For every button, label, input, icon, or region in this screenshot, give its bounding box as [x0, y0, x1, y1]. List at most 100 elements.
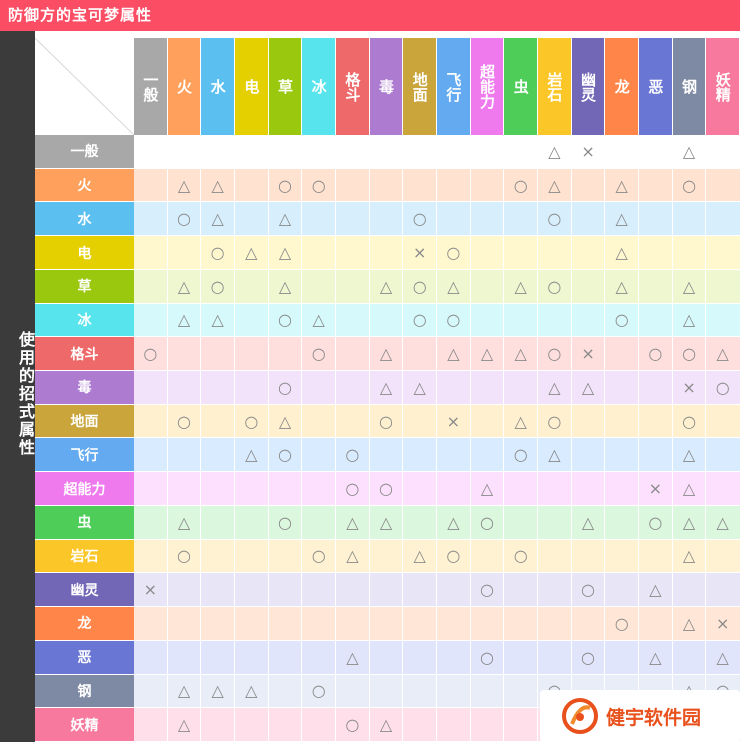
effectiveness-mark: △ — [379, 276, 393, 296]
effectiveness-mark: ○ — [278, 310, 292, 330]
effectiveness-mark: ○ — [614, 613, 629, 633]
defender-type-label: 草 — [276, 79, 294, 94]
effectiveness-mark: ○ — [581, 647, 596, 667]
defender-type-header: 毒 — [369, 38, 403, 135]
attacker-type-header: 龙 — [35, 607, 134, 640]
effectiveness-mark: △ — [379, 377, 393, 397]
attacker-type-header: 火 — [35, 168, 134, 202]
effectiveness-mark: ○ — [345, 479, 360, 499]
effectiveness-mark: × — [412, 243, 427, 263]
effectiveness-mark: × — [581, 344, 595, 364]
effectiveness-mark: ○ — [614, 310, 629, 330]
effectiveness-mark: △ — [211, 681, 224, 701]
defender-type-header: 冰 — [302, 38, 335, 135]
effectiveness-mark: △ — [548, 141, 561, 161]
effectiveness-mark: ○ — [648, 344, 663, 364]
effectiveness-mark: ○ — [177, 546, 191, 566]
attacker-type-header: 格斗 — [35, 337, 134, 371]
defender-type-label: 幽灵 — [579, 71, 598, 102]
defender-type-header: 岩石 — [538, 38, 571, 135]
effectiveness-mark: △ — [615, 175, 628, 195]
defender-type-label: 地面 — [410, 71, 429, 102]
attacker-type-header: 一般 — [35, 135, 134, 168]
watermark-text: 健宇软件园 — [606, 706, 702, 729]
effectiveness-mark: △ — [211, 310, 224, 330]
type-effectiveness-table: 一般 一般火火水水电电草草冰冰格斗 格斗毒毒地面 地面 飞行 飞行 超能力 超能力虫虫岩石 岩石… — [35, 38, 740, 742]
effectiveness-mark: △ — [615, 243, 628, 263]
attacker-type-header: 电 — [35, 236, 134, 269]
effectiveness-mark: ○ — [278, 512, 292, 532]
effectiveness-mark: △ — [379, 715, 393, 735]
effectiveness-mark: ○ — [311, 344, 326, 364]
effectiveness-mark: ○ — [682, 411, 697, 431]
effectiveness-mark: △ — [682, 141, 696, 161]
effectiveness-mark: ○ — [143, 344, 158, 364]
effectiveness-mark: ○ — [715, 377, 730, 397]
defender-type-label: 飞行 — [444, 71, 463, 102]
effectiveness-mark: △ — [447, 344, 460, 364]
effectiveness-mark: ○ — [379, 411, 393, 431]
effectiveness-mark: △ — [548, 445, 561, 465]
defender-type-label: 一般 — [141, 71, 160, 102]
grid-divider — [301, 135, 303, 742]
effectiveness-mark: △ — [245, 681, 258, 701]
defender-type-label: 火 — [174, 79, 193, 94]
effectiveness-mark: ○ — [177, 209, 191, 229]
effectiveness-mark: ○ — [581, 580, 596, 600]
defender-type-label: 恶 — [646, 79, 665, 94]
effectiveness-mark: △ — [682, 512, 696, 532]
attacker-type-header: 妖精 — [35, 708, 134, 741]
attacker-type-header: 飞行 — [35, 438, 134, 472]
effectiveness-mark: △ — [245, 445, 258, 465]
defender-type-header: 超能力 — [470, 38, 504, 135]
defender-type-label: 妖精 — [713, 71, 732, 102]
attacker-type-header: 地面 — [35, 404, 134, 438]
effectiveness-mark: ○ — [513, 546, 528, 566]
effectiveness-mark: △ — [480, 344, 494, 364]
attacker-type-header: 恶 — [35, 640, 134, 674]
table-corner — [35, 38, 134, 135]
effectiveness-mark: △ — [514, 276, 527, 296]
defender-type-header: 一般 — [134, 38, 167, 135]
effectiveness-mark: △ — [413, 377, 426, 397]
effectiveness-mark: × — [682, 377, 696, 397]
effectiveness-mark: △ — [581, 512, 595, 532]
effectiveness-mark: △ — [514, 344, 527, 364]
attacker-type-header: 虫 — [35, 505, 134, 539]
effectiveness-mark: × — [648, 479, 663, 499]
effectiveness-mark: ○ — [278, 445, 292, 465]
effectiveness-mark: ○ — [278, 175, 292, 195]
effectiveness-mark: △ — [346, 546, 359, 566]
effectiveness-mark: △ — [211, 175, 224, 195]
effectiveness-mark: ○ — [547, 276, 562, 296]
effectiveness-mark: △ — [480, 479, 494, 499]
effectiveness-mark: ○ — [210, 276, 225, 296]
defender-type-header: 幽灵 — [571, 38, 605, 135]
defender-type-header: 火 — [167, 38, 201, 135]
effectiveness-mark: ○ — [210, 243, 225, 263]
effectiveness-mark: △ — [716, 344, 729, 364]
effectiveness-mark: △ — [447, 276, 460, 296]
attacker-type-header: 水 — [35, 202, 134, 236]
effectiveness-mark: △ — [312, 310, 325, 330]
effectiveness-mark: ○ — [379, 479, 393, 499]
effectiveness-mark: △ — [278, 411, 292, 431]
effectiveness-mark: △ — [447, 512, 460, 532]
attacker-type-header: 幽灵 — [35, 573, 134, 607]
attacker-type-header: 超能力 — [35, 472, 134, 505]
effectiveness-mark: ○ — [480, 580, 494, 600]
effectiveness-mark: △ — [548, 377, 561, 397]
effectiveness-mark: △ — [177, 715, 191, 735]
watermark-logo-icon — [562, 698, 598, 734]
effectiveness-mark: ○ — [412, 209, 427, 229]
effectiveness-mark: ○ — [648, 512, 663, 532]
effectiveness-mark: ○ — [446, 243, 461, 263]
defender-type-header: 钢 — [672, 38, 706, 135]
effectiveness-mark: ○ — [412, 310, 427, 330]
defender-type-label: 超能力 — [478, 64, 497, 109]
defender-type-header: 草 — [268, 38, 302, 135]
effectiveness-mark: ○ — [244, 411, 259, 431]
effectiveness-mark: △ — [682, 479, 696, 499]
defender-type-label: 水 — [208, 79, 227, 94]
effectiveness-mark: ○ — [446, 546, 461, 566]
